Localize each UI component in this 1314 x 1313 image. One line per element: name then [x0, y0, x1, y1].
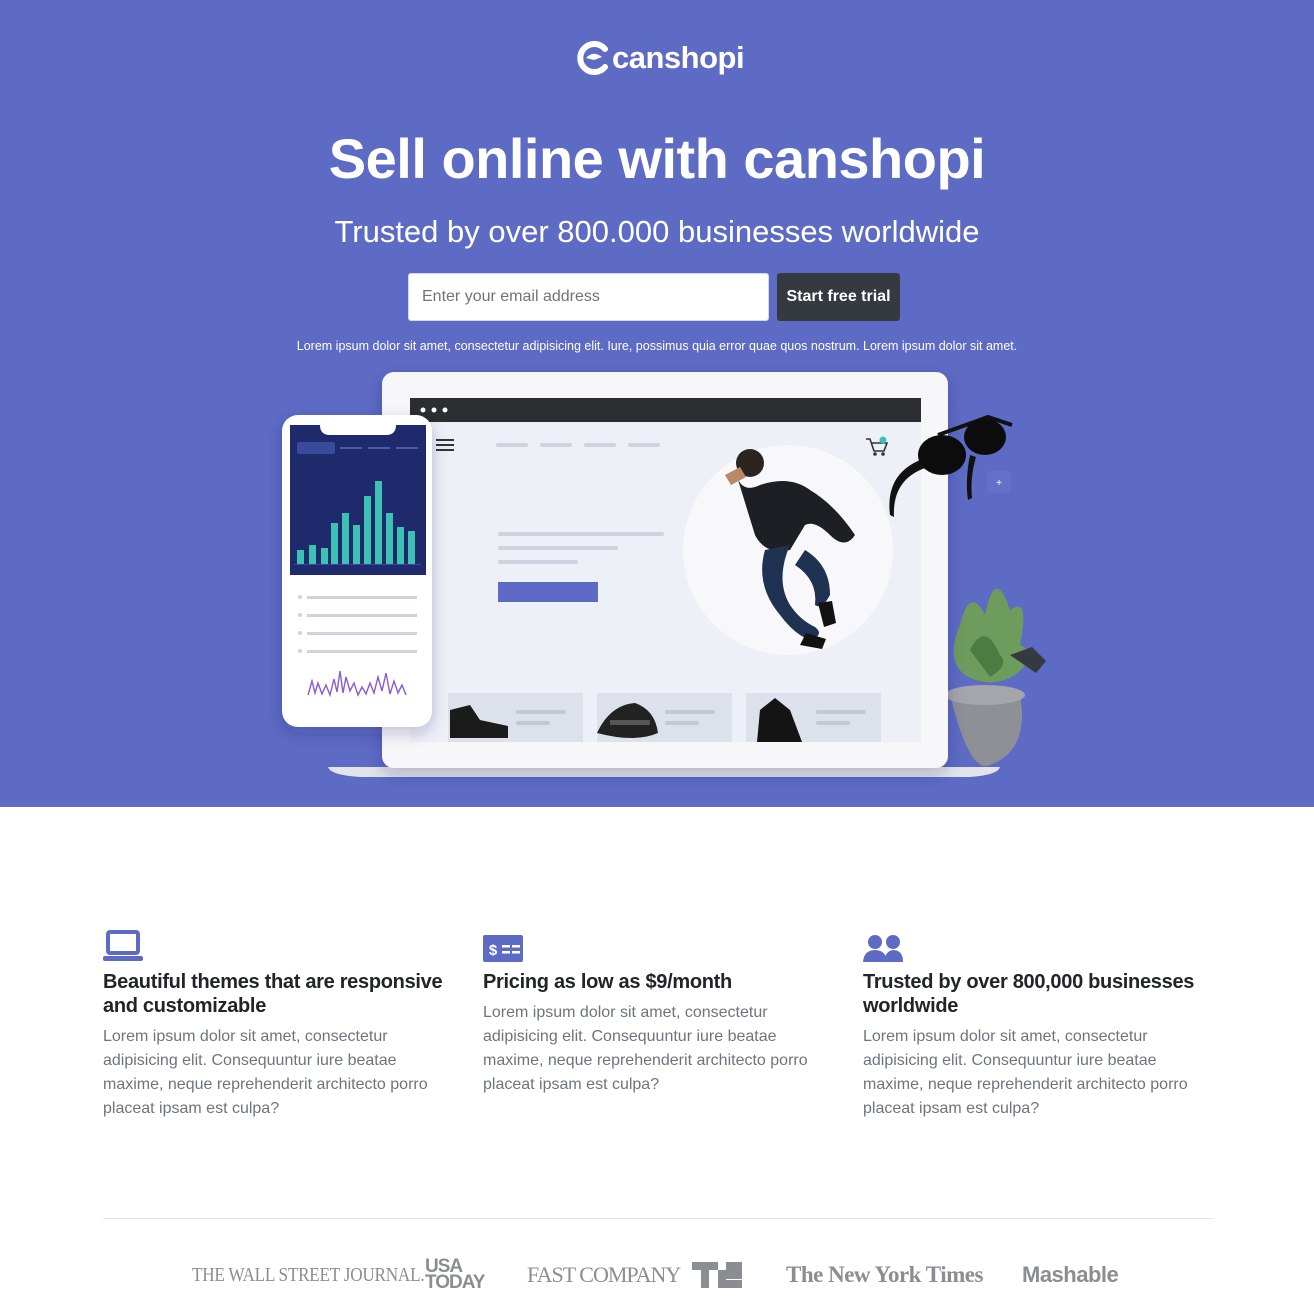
- hero-section: canshopi Sell online with canshopi Trust…: [0, 0, 1314, 807]
- fast-company-logo: FAST COMPANY: [527, 1262, 681, 1287]
- hero-note: Lorem ipsum dolor sit amet, consectetur …: [296, 339, 1018, 353]
- brand-logo[interactable]: canshopi: [576, 38, 745, 78]
- techcrunch-logo-mark: [692, 1262, 742, 1288]
- product-mockup-illustration: +: [282, 372, 1046, 777]
- svg-text:+: +: [996, 478, 1002, 489]
- canshopi-logo-icon: [577, 41, 608, 75]
- usa-today-logo: USA TODAY: [425, 1252, 485, 1298]
- laptop-base: [328, 767, 1000, 777]
- wsj-logo: THE WALL STREET JOURNAL.: [192, 1263, 425, 1286]
- mashable-logo: Mashable: [1022, 1262, 1119, 1287]
- feature-text: Lorem ipsum dolor sit amet, consectetur …: [863, 1028, 1188, 1117]
- start-free-trial-button[interactable]: Start free trial: [777, 273, 900, 321]
- svg-text:$: $: [489, 942, 498, 959]
- press-logos: THE WALL STREET JOURNAL. USA TODAY FAST …: [0, 1252, 1314, 1302]
- hero-title: Sell online with canshopi: [328, 127, 986, 190]
- feature-themes: Beautiful themes that are responsive and…: [103, 930, 443, 1121]
- plant-illustration: [945, 588, 1046, 767]
- feature-text: Lorem ipsum dolor sit amet, consectetur …: [103, 1028, 428, 1117]
- money-bill-icon: $: [483, 935, 523, 962]
- hero-subtitle: Trusted by over 800.000 businesses world…: [334, 214, 980, 249]
- feature-pricing: $ Pricing as low as $9/month Lorem ipsum…: [483, 930, 823, 1097]
- nyt-logo: The New York Times: [786, 1262, 983, 1287]
- techcrunch-logo: [692, 1252, 742, 1298]
- brand-name: canshopi: [612, 40, 745, 75]
- feature-title: Beautiful themes that are responsive and…: [103, 971, 443, 1017]
- feature-trust: Trusted by over 800,000 businesses world…: [863, 930, 1203, 1121]
- feature-title: Pricing as low as $9/month: [483, 971, 732, 993]
- laptop-icon: [103, 930, 143, 961]
- section-divider: [103, 1218, 1214, 1219]
- feature-text: Lorem ipsum dolor sit amet, consectetur …: [483, 1004, 808, 1093]
- email-input[interactable]: [408, 273, 769, 321]
- users-icon: [863, 935, 903, 962]
- usa-today-line-2: TODAY: [425, 1272, 485, 1293]
- features-section: Beautiful themes that are responsive and…: [0, 930, 1314, 1130]
- feature-title: Trusted by over 800,000 businesses world…: [863, 971, 1195, 1017]
